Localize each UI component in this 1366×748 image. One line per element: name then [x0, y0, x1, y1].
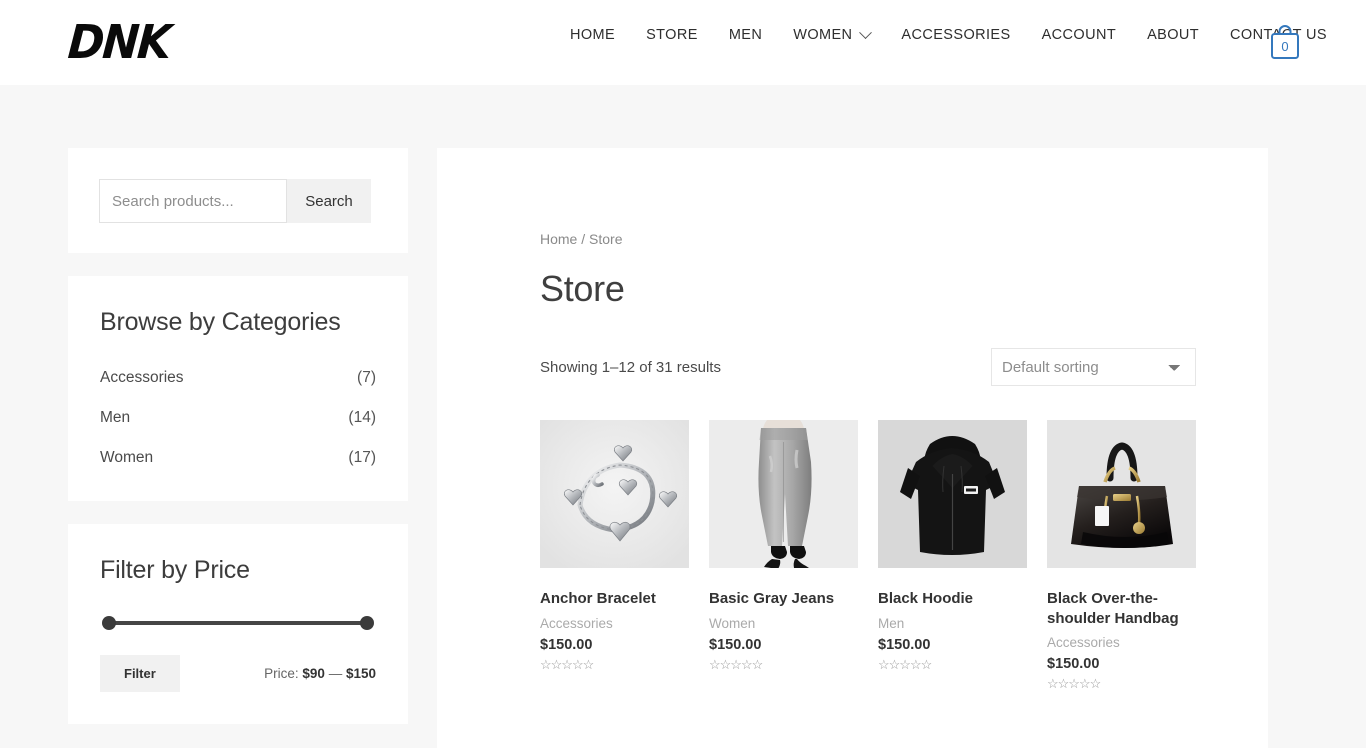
filter-row: Filter Price: $90 — $150: [100, 655, 376, 692]
nav-item-accessories[interactable]: ACCESSORIES: [901, 27, 1010, 43]
nav-item-home[interactable]: HOME: [570, 27, 615, 43]
product-price: $150.00: [1047, 656, 1100, 672]
slider-handle-max[interactable]: [360, 616, 374, 630]
category-count: (14): [348, 409, 376, 426]
product-category: Men: [878, 615, 905, 631]
product-card[interactable]: Anchor Bracelet Accessories $150.00 ☆☆☆☆…: [540, 420, 689, 690]
product-card[interactable]: Black Over-the-shoulder Handbag Accessor…: [1047, 420, 1196, 690]
handbag-image: [1047, 420, 1196, 568]
widget-title-categories: Browse by Categories: [100, 308, 341, 336]
category-label: Men: [100, 409, 131, 426]
product-price: $150.00: [709, 636, 762, 653]
price-range-label: Price: $90 — $150: [264, 666, 376, 681]
nav-item-about[interactable]: ABOUT: [1147, 27, 1199, 43]
site-logo[interactable]: DNK: [66, 15, 171, 69]
nav-item-account[interactable]: ACCOUNT: [1042, 27, 1117, 43]
nav-item-men[interactable]: MEN: [729, 27, 762, 43]
nav-label: HOME: [570, 27, 616, 43]
page-body: Search Browse by Categories Accessories …: [0, 85, 1366, 748]
hoodie-image: [878, 420, 1027, 568]
widget-filter-by-price: Filter by Price Filter Price: $90 — $150: [68, 524, 408, 724]
breadcrumb[interactable]: Home / Store: [540, 231, 1268, 247]
product-image-basic-gray-jeans[interactable]: [709, 420, 858, 568]
product-grid: Anchor Bracelet Accessories $150.00 ☆☆☆☆…: [540, 420, 1268, 690]
nav-label: ABOUT: [1147, 27, 1200, 43]
category-item-men[interactable]: Men (14): [100, 409, 376, 449]
product-category: Accessories: [1047, 635, 1120, 650]
category-label: Women: [100, 449, 154, 466]
product-image-black-handbag[interactable]: [1047, 420, 1196, 568]
price-range-slider[interactable]: [102, 616, 374, 630]
bracelet-image: [540, 420, 689, 568]
filter-button[interactable]: Filter: [100, 655, 180, 692]
product-rating-stars[interactable]: ☆☆☆☆☆: [709, 658, 858, 671]
product-name: Black Hoodie: [878, 590, 974, 607]
results-toolbar: Showing 1–12 of 31 results Default sorti…: [540, 348, 1196, 386]
nav-label: ACCESSORIES: [901, 27, 1011, 43]
nav-label: ACCOUNT: [1041, 27, 1117, 43]
category-count: (17): [348, 449, 376, 466]
category-label: Accessories: [100, 369, 184, 386]
cart-count: 0: [1281, 39, 1289, 54]
product-card[interactable]: Basic Gray Jeans Women $150.00 ☆☆☆☆☆: [709, 420, 858, 690]
sorting-select[interactable]: Default sorting Sort by popularity Sort …: [991, 348, 1196, 386]
price-dash: —: [328, 666, 343, 681]
price-min: $90: [302, 666, 325, 681]
nav-label: MEN: [728, 27, 763, 43]
cart-button[interactable]: 0: [1268, 24, 1302, 61]
price-prefix: Price:: [264, 666, 299, 681]
product-card[interactable]: Black Hoodie Men $150.00 ☆☆☆☆☆: [878, 420, 1027, 690]
product-category: Accessories: [540, 615, 613, 631]
widget-product-search: Search: [68, 148, 408, 253]
page-title: Store: [540, 268, 625, 309]
slider-track: [108, 621, 368, 625]
category-item-women[interactable]: Women (17): [100, 449, 376, 469]
category-count: (7): [357, 369, 376, 386]
nav-item-women[interactable]: WOMEN: [793, 25, 873, 43]
search-row: Search: [99, 179, 377, 223]
search-input[interactable]: [99, 179, 287, 223]
product-price: $150.00: [878, 636, 931, 653]
product-rating-stars[interactable]: ☆☆☆☆☆: [1047, 677, 1196, 690]
sidebar: Search Browse by Categories Accessories …: [68, 148, 408, 747]
product-name: Basic Gray Jeans: [709, 590, 835, 607]
product-rating-stars[interactable]: ☆☆☆☆☆: [540, 658, 689, 671]
product-category: Women: [709, 615, 756, 631]
product-name: Black Over-the-shoulder Handbag: [1047, 590, 1179, 627]
site-header: DNK HOME STORE MEN WOMEN ACCESSORIES ACC…: [0, 0, 1366, 85]
widget-browse-categories: Browse by Categories Accessories (7) Men…: [68, 276, 408, 501]
product-image-anchor-bracelet[interactable]: [540, 420, 689, 568]
main-content: Home / Store Store Showing 1–12 of 31 re…: [437, 148, 1268, 748]
product-rating-stars[interactable]: ☆☆☆☆☆: [878, 658, 1027, 671]
main-navigation: HOME STORE MEN WOMEN ACCESSORIES ACCOUNT…: [570, 25, 1327, 43]
chevron-down-icon: [859, 25, 873, 39]
product-price: $150.00: [540, 636, 593, 653]
search-button[interactable]: Search: [287, 179, 371, 223]
nav-item-store[interactable]: STORE: [646, 27, 698, 43]
product-image-black-hoodie[interactable]: [878, 420, 1027, 568]
result-count: Showing 1–12 of 31 results: [540, 358, 721, 376]
nav-label: STORE: [646, 27, 698, 43]
slider-handle-min[interactable]: [102, 616, 116, 630]
price-max: $150: [345, 666, 376, 681]
category-item-accessories[interactable]: Accessories (7): [100, 369, 376, 409]
product-name: Anchor Bracelet: [540, 590, 656, 607]
category-list: Accessories (7) Men (14) Women (17): [100, 369, 376, 469]
nav-label: WOMEN: [793, 27, 853, 43]
jeans-image: [709, 420, 858, 568]
widget-title-price: Filter by Price: [100, 556, 250, 584]
